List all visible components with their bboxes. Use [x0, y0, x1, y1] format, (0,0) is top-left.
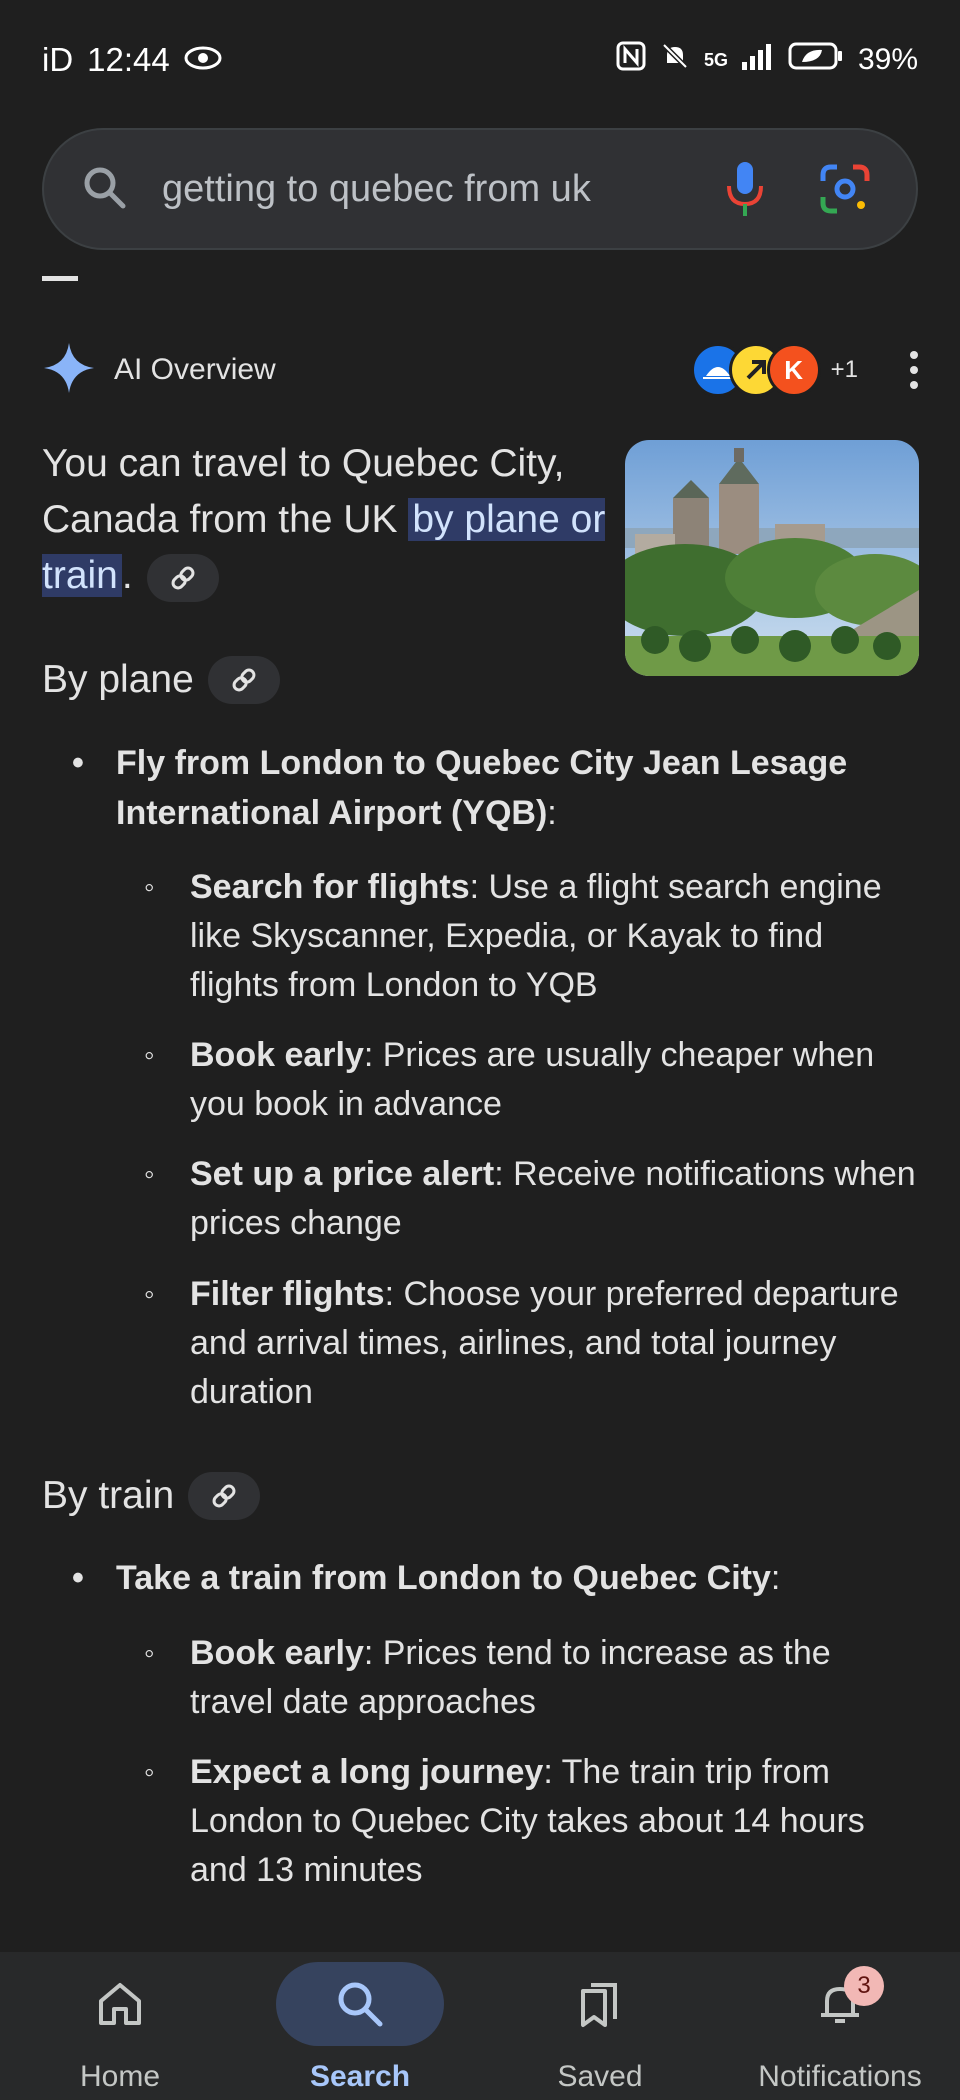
bullet-suffix: :	[770, 1559, 781, 1597]
nav-search[interactable]: Search	[240, 1952, 480, 2100]
ai-overview-intro: You can travel to Quebec City, Canada fr…	[42, 436, 612, 604]
section-heading: By plane	[42, 658, 194, 701]
source-link-chip[interactable]	[188, 1472, 261, 1520]
network-label: 5G	[703, 49, 728, 70]
search-bar[interactable]: getting to quebec from uk	[42, 128, 918, 250]
source-link-chip[interactable]	[207, 656, 280, 704]
section-title-by-train: By train	[42, 1472, 261, 1520]
list-item: Book early: Prices are usually cheaper w…	[144, 1031, 920, 1129]
nav-saved[interactable]: Saved	[480, 1952, 720, 2100]
status-bar: iD 12:44 5G 39%	[0, 0, 960, 120]
microphone-icon[interactable]	[710, 154, 780, 224]
bullet-bold: Take a train from London to Quebec City	[116, 1559, 771, 1597]
ai-overview-title: AI Overview	[114, 353, 276, 386]
nav-label: Notifications	[758, 2060, 922, 2093]
nav-notifications[interactable]: 3 Notifications	[720, 1952, 960, 2100]
link-icon	[212, 1484, 236, 1508]
bookmarks-icon	[516, 1962, 684, 2046]
subitem-bold: Set up a price alert	[190, 1155, 495, 1193]
battery-icon	[788, 41, 844, 79]
search-icon	[276, 1962, 444, 2046]
more-options-icon[interactable]	[910, 351, 918, 389]
ai-overview-header: AI Overview K +1	[42, 338, 918, 402]
subitem-bold: Filter flights	[190, 1275, 385, 1313]
intro-suffix: .	[121, 554, 133, 597]
nav-label: Home	[79, 2060, 161, 2093]
source-favicons[interactable]: K +1	[690, 343, 858, 397]
subitem-bold: Expect a long journey	[190, 1753, 544, 1791]
nfc-icon	[616, 41, 646, 79]
bottom-navigation: Home Search Saved 3 Notifications	[0, 1952, 960, 2100]
home-icon	[36, 1962, 204, 2046]
bullet-suffix: :	[547, 794, 557, 832]
list-item: Search for flights: Use a flight search …	[144, 863, 920, 1010]
subitem-bold: Book early	[190, 1036, 364, 1074]
search-icon	[80, 163, 128, 216]
nav-home[interactable]: Home	[0, 1952, 240, 2100]
source-favicon-k-icon: K	[766, 343, 821, 397]
notification-badge: 3	[844, 1966, 884, 2006]
list-item: Set up a price alert: Receive notificati…	[144, 1150, 920, 1248]
section-heading: By train	[42, 1474, 175, 1517]
subitem-bold: Book early	[190, 1634, 364, 1672]
signal-icon	[741, 42, 774, 78]
clock: 12:44	[87, 41, 170, 78]
lens-camera-icon[interactable]	[810, 154, 880, 224]
nav-label: Search	[309, 2060, 411, 2093]
tab-indicator	[42, 276, 78, 281]
search-input[interactable]: getting to quebec from uk	[162, 168, 680, 211]
list-item: Fly from London to Quebec City Jean Lesa…	[72, 738, 916, 838]
eye-icon	[184, 41, 222, 79]
link-icon	[171, 566, 195, 590]
mute-bell-icon	[660, 41, 690, 79]
carrier-label: iD	[42, 41, 74, 78]
battery-percent: 39%	[857, 43, 918, 76]
nav-label: Saved	[557, 2060, 643, 2093]
bell-icon	[756, 1962, 924, 2046]
bullet-bold: Fly from London to Quebec City Jean Lesa…	[116, 744, 848, 832]
gemini-sparkle-icon	[42, 341, 96, 400]
subitem-bold: Search for flights	[190, 868, 470, 906]
link-icon	[232, 668, 256, 692]
more-sources-count: +1	[830, 356, 858, 383]
quebec-city-image[interactable]	[625, 440, 919, 676]
list-item: Filter flights: Choose your preferred de…	[144, 1270, 920, 1417]
list-item: Take a train from London to Quebec City:	[72, 1553, 916, 1603]
list-item: Expect a long journey: The train trip fr…	[144, 1748, 920, 1895]
section-title-by-plane: By plane	[42, 656, 280, 704]
source-link-chip[interactable]	[146, 553, 219, 602]
list-item: Book early: Prices tend to increase as t…	[144, 1629, 920, 1727]
